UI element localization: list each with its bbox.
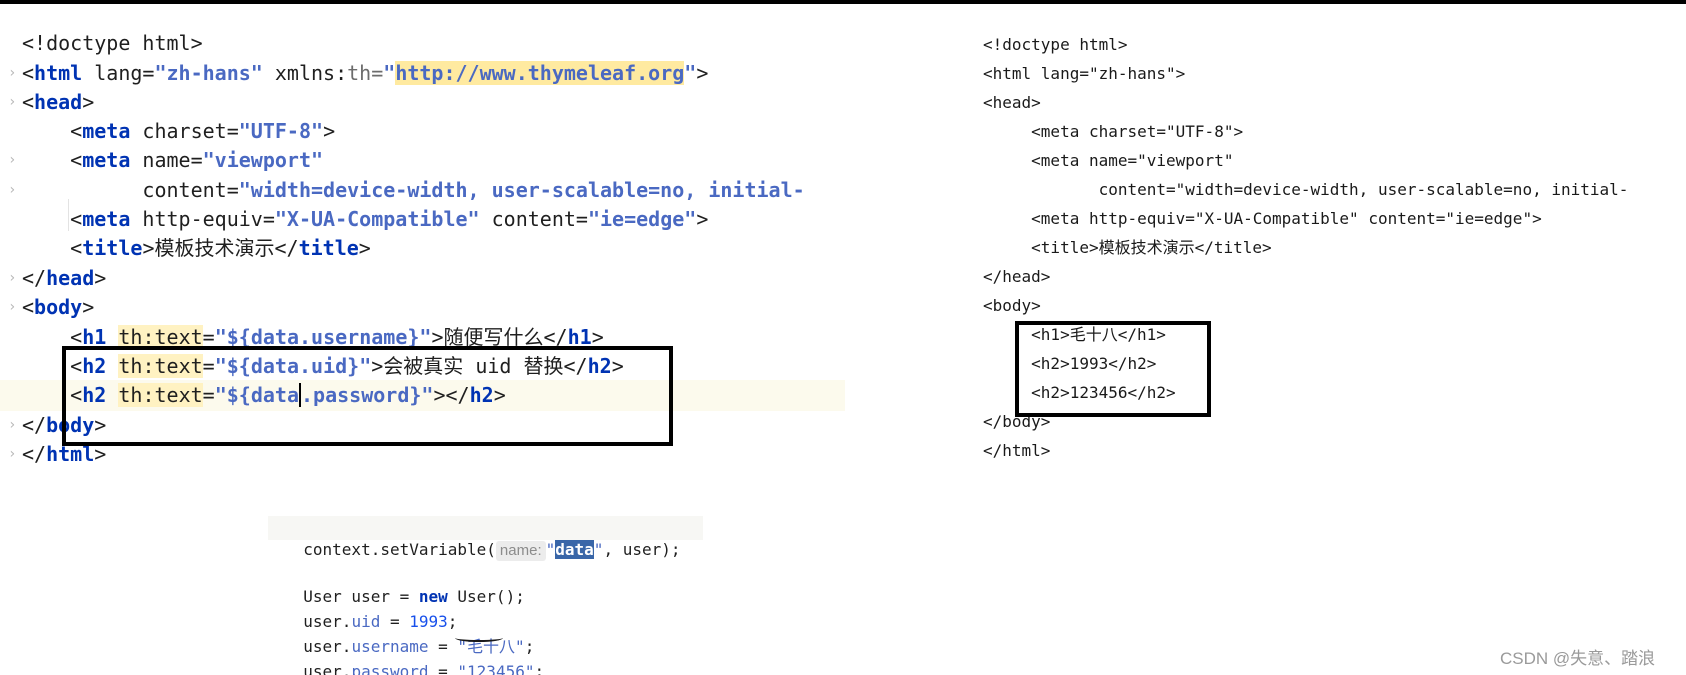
code-line: › </html> [0,439,845,470]
top-border [0,0,1686,4]
title-text: 模板技术演示 [154,236,275,260]
output-line: <html lang="zh-hans"> [983,64,1186,83]
fold-marker[interactable]: › [8,58,20,89]
output-line-h2: <h2>123456</h2> [983,383,1176,402]
namespace-url: http://www.thymeleaf.org [395,61,685,85]
code-line: <title>模板技术演示</title> [70,236,371,260]
output-line: <!doctype html> [983,35,1128,54]
code-line: › <meta name="viewport" [0,145,845,176]
output-line: </body> [983,412,1051,431]
rendered-output: <!doctype html> <html lang="zh-hans"> <h… [983,30,1683,470]
fold-marker[interactable]: › [8,439,20,470]
java-line-setvariable: context.setVariable(name: "data", user); [303,540,681,561]
output-line: <title>模板技术演示</title> [983,238,1272,257]
output-line: <body> [983,296,1041,315]
code-line: › <body> [0,292,845,323]
fold-marker[interactable]: › [8,410,20,441]
fold-marker[interactable]: › [8,87,20,118]
code-line: <!doctype html> [0,28,845,59]
fold-marker[interactable]: › [8,263,20,294]
fold-marker[interactable]: › [8,145,20,176]
output-line: </head> [983,267,1051,286]
code-line: › <head> [0,87,845,118]
code-line: › </body> [0,410,845,441]
code-line: › <html lang="zh-hans" xmlns:th="http://… [0,58,845,89]
output-line: <meta http-equiv="X-UA-Compatible" conte… [983,209,1542,228]
java-line-password: user.password = "123456"; [303,662,545,675]
tag-name: html [34,61,83,85]
output-line: <meta name="viewport" [983,151,1234,170]
output-line-h2: <h2>1993</h2> [983,354,1157,373]
code-line: <meta http-equiv="X-UA-Compatible" conte… [70,207,709,231]
output-line-h1: <h1>毛十八</h1> [983,325,1166,344]
template-editor[interactable]: <!doctype html> › <html lang="zh-hans" x… [0,27,845,497]
fold-marker[interactable]: › [8,175,20,206]
selected-text[interactable]: data [555,540,594,559]
code-line: › content="width=device-width, user-scal… [0,175,845,206]
doctype: <!doctype html> [22,31,203,55]
code-line-h2-uid: <h2 th:text="${data.uid}">会被真实 uid 替换</h… [70,354,624,378]
th-text-attr: th:text [118,325,203,349]
watermark: CSDN @失意、踏浪 [1500,649,1656,668]
output-line: </html> [983,441,1051,460]
output-line: <meta charset="UTF-8"> [983,122,1244,141]
output-line: <head> [983,93,1041,112]
fold-marker[interactable]: › [8,292,20,323]
code-line-h2-password[interactable]: <h2 th:text="${data .password}"></h2> [0,380,845,411]
parameter-hint: name: [495,541,546,561]
code-line-h1: <h1 th:text="${data.username}">随便写什么</h1… [70,325,604,349]
code-line: <meta charset="UTF-8"> [70,119,336,143]
output-line: content="width=device-width, user-scalab… [983,180,1629,199]
code-line: › </head> [0,263,845,294]
